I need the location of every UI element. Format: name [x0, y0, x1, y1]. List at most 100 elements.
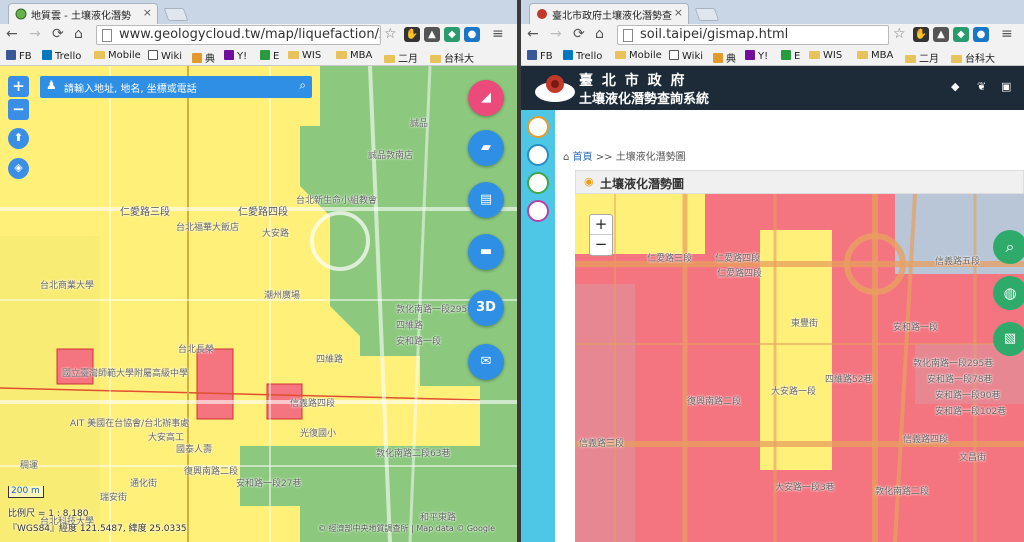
map-label: 光復國小	[300, 429, 337, 439]
extension-icon[interactable]: ◆	[444, 27, 460, 42]
extension-icon[interactable]: ▲	[424, 27, 440, 42]
breadcrumb-current: 土壤液化潛勢圖	[615, 152, 686, 163]
scale-ratio: 比例尺 = 1 : 8,180	[8, 509, 89, 519]
map-label: 安和路一段	[396, 337, 442, 347]
bookmark-item[interactable]: Y!	[745, 50, 768, 62]
star-icon[interactable]: ☆	[893, 26, 906, 42]
bookmark-item[interactable]: 台科大	[430, 50, 474, 65]
address-bar: ← → ⟳ ⌂ www.geologycloud.tw/map/liquefac…	[0, 24, 517, 46]
new-tab-button[interactable]	[694, 8, 720, 21]
bookmark-item[interactable]: FB	[6, 50, 32, 62]
leaf-icon[interactable]: ❦	[977, 80, 986, 93]
map-label: 誠品	[410, 119, 429, 129]
url-field[interactable]: www.geologycloud.tw/map/liquefaction/zh-…	[96, 25, 381, 45]
browser-tab[interactable]: 地質雲 - 土壤液化潛勢 ×	[8, 3, 158, 24]
tab-strip: 地質雲 - 土壤液化潛勢 ×	[0, 0, 517, 24]
reload-icon[interactable]: ⟳	[573, 26, 585, 42]
bookmark-item[interactable]: 台科大	[951, 50, 995, 65]
menu-icon[interactable]: ≡	[1001, 26, 1013, 42]
bookmark-item[interactable]: 典	[192, 50, 215, 65]
bookmark-item[interactable]: E	[260, 50, 279, 62]
gallery-icon[interactable]: ▤	[468, 182, 504, 218]
map-label: 敦化南路二段63巷	[376, 449, 451, 459]
print-icon[interactable]: ▬	[468, 234, 504, 270]
bookmark-item[interactable]: WIS	[288, 50, 321, 61]
map-label: 信義路四段	[903, 435, 949, 445]
map-search-bar[interactable]: ♟ 請輸入地址, 地名, 坐標或電話 ⌕	[40, 76, 312, 98]
breadcrumb-home[interactable]: 首頁	[573, 152, 593, 163]
zoom-out-button[interactable]: −	[590, 235, 612, 255]
search-input[interactable]: 請輸入地址, 地名, 坐標或電話	[64, 84, 197, 95]
pin-icon[interactable]	[527, 144, 549, 166]
search-icon[interactable]: ⌕	[993, 230, 1024, 264]
back-icon[interactable]: ←	[6, 26, 18, 42]
bookmark-item[interactable]: Mobile	[94, 50, 141, 61]
menu-icon[interactable]: ≡	[492, 26, 504, 42]
url-text: www.geologycloud.tw/map/liquefaction/zh-…	[119, 27, 381, 42]
url-field[interactable]: soil.taipei/gismap.html	[617, 25, 889, 45]
bookmark-item[interactable]: MBA	[857, 50, 893, 61]
browser-tab[interactable]: 臺北市政府土壤液化潛勢查 ×	[529, 3, 689, 24]
gis-map[interactable]: 仁愛路三段 仁愛路四段 東豐街 敦化南路一段295巷 安和路一段78巷 安和路一…	[575, 194, 1024, 542]
search-icon[interactable]: ⌕	[299, 78, 306, 93]
home-icon[interactable]: ⌂	[595, 26, 604, 42]
locate-icon[interactable]: ⬆	[8, 128, 29, 149]
bookmark-item[interactable]: 二月	[384, 50, 418, 65]
right-browser-window: 臺北市政府土壤液化潛勢查 × ← → ⟳ ⌂ soil.taipei/gisma…	[521, 0, 1024, 542]
bookmark-item[interactable]: Trello	[42, 50, 81, 62]
person-icon: ♟	[46, 78, 57, 92]
bookmark-item[interactable]: Y!	[224, 50, 247, 62]
map-label: 復興南路二段	[184, 467, 239, 477]
extension-icon[interactable]: ✋	[913, 27, 929, 42]
lock-icon[interactable]: ▣	[1001, 80, 1011, 93]
extension-icon[interactable]: ●	[973, 27, 989, 42]
bookmark-item[interactable]: Trello	[563, 50, 602, 62]
zoom-in-button[interactable]: +	[8, 76, 29, 97]
pin-icon[interactable]	[527, 200, 549, 222]
forward-icon[interactable]: →	[29, 26, 41, 42]
zoom-in-button[interactable]: +	[590, 215, 612, 235]
map-label: 仁愛路四段	[715, 254, 761, 264]
3d-button[interactable]: 3D	[468, 290, 504, 326]
reload-icon[interactable]: ⟳	[52, 26, 64, 42]
forward-icon[interactable]: →	[550, 26, 562, 42]
bookmark-item[interactable]: Wiki	[148, 50, 182, 62]
map-label: 台北長榮	[178, 345, 215, 355]
zoom-out-button[interactable]: −	[8, 99, 29, 120]
bookmark-item[interactable]: WIS	[809, 50, 842, 61]
pin-icon[interactable]	[527, 172, 549, 194]
new-tab-button[interactable]	[163, 8, 189, 21]
eraser-icon[interactable]: ◢	[468, 80, 504, 116]
map-label: 誠品敦南店	[368, 151, 414, 161]
image-icon[interactable]: ▧	[993, 322, 1024, 356]
liquefaction-map[interactable]: 仁愛路三段 仁愛路四段 台北福華大飯店 台北新生命小組教會 誠品敦南店 國立臺灣…	[0, 66, 517, 542]
chat-icon[interactable]: ▰	[468, 130, 504, 166]
globe-icon[interactable]: ◍	[993, 276, 1024, 310]
extension-icon[interactable]: ●	[464, 27, 480, 42]
map-label: 通化街	[130, 479, 158, 489]
tag-icon[interactable]: ◆	[951, 80, 959, 93]
pin-icon[interactable]	[527, 116, 549, 138]
bookmark-item[interactable]: 典	[713, 50, 736, 65]
bookmark-item[interactable]: MBA	[336, 50, 372, 61]
close-icon[interactable]: ×	[674, 6, 683, 19]
map-label: 台北商業大學	[40, 281, 95, 291]
bookmark-item[interactable]: E	[781, 50, 800, 62]
layers-icon[interactable]: ◈	[8, 158, 29, 179]
bookmark-item[interactable]: Mobile	[615, 50, 662, 61]
mail-icon[interactable]: ✉	[468, 344, 504, 380]
close-icon[interactable]: ×	[143, 6, 152, 19]
home-icon[interactable]: ⌂	[74, 26, 83, 42]
tab-strip: 臺北市政府土壤液化潛勢查 ×	[521, 0, 1024, 24]
bookmark-item[interactable]: FB	[527, 50, 553, 62]
map-label: 和平東路	[420, 513, 457, 523]
bookmark-item[interactable]: 二月	[905, 50, 939, 65]
extension-icon[interactable]: ✋	[404, 27, 420, 42]
map-label: 四維路	[396, 321, 424, 331]
map-label: 仁愛路三段	[647, 254, 693, 264]
extension-icon[interactable]: ▲	[933, 27, 949, 42]
extension-icon[interactable]: ◆	[953, 27, 969, 42]
star-icon[interactable]: ☆	[384, 26, 397, 42]
back-icon[interactable]: ←	[527, 26, 539, 42]
bookmark-item[interactable]: Wiki	[669, 50, 703, 62]
